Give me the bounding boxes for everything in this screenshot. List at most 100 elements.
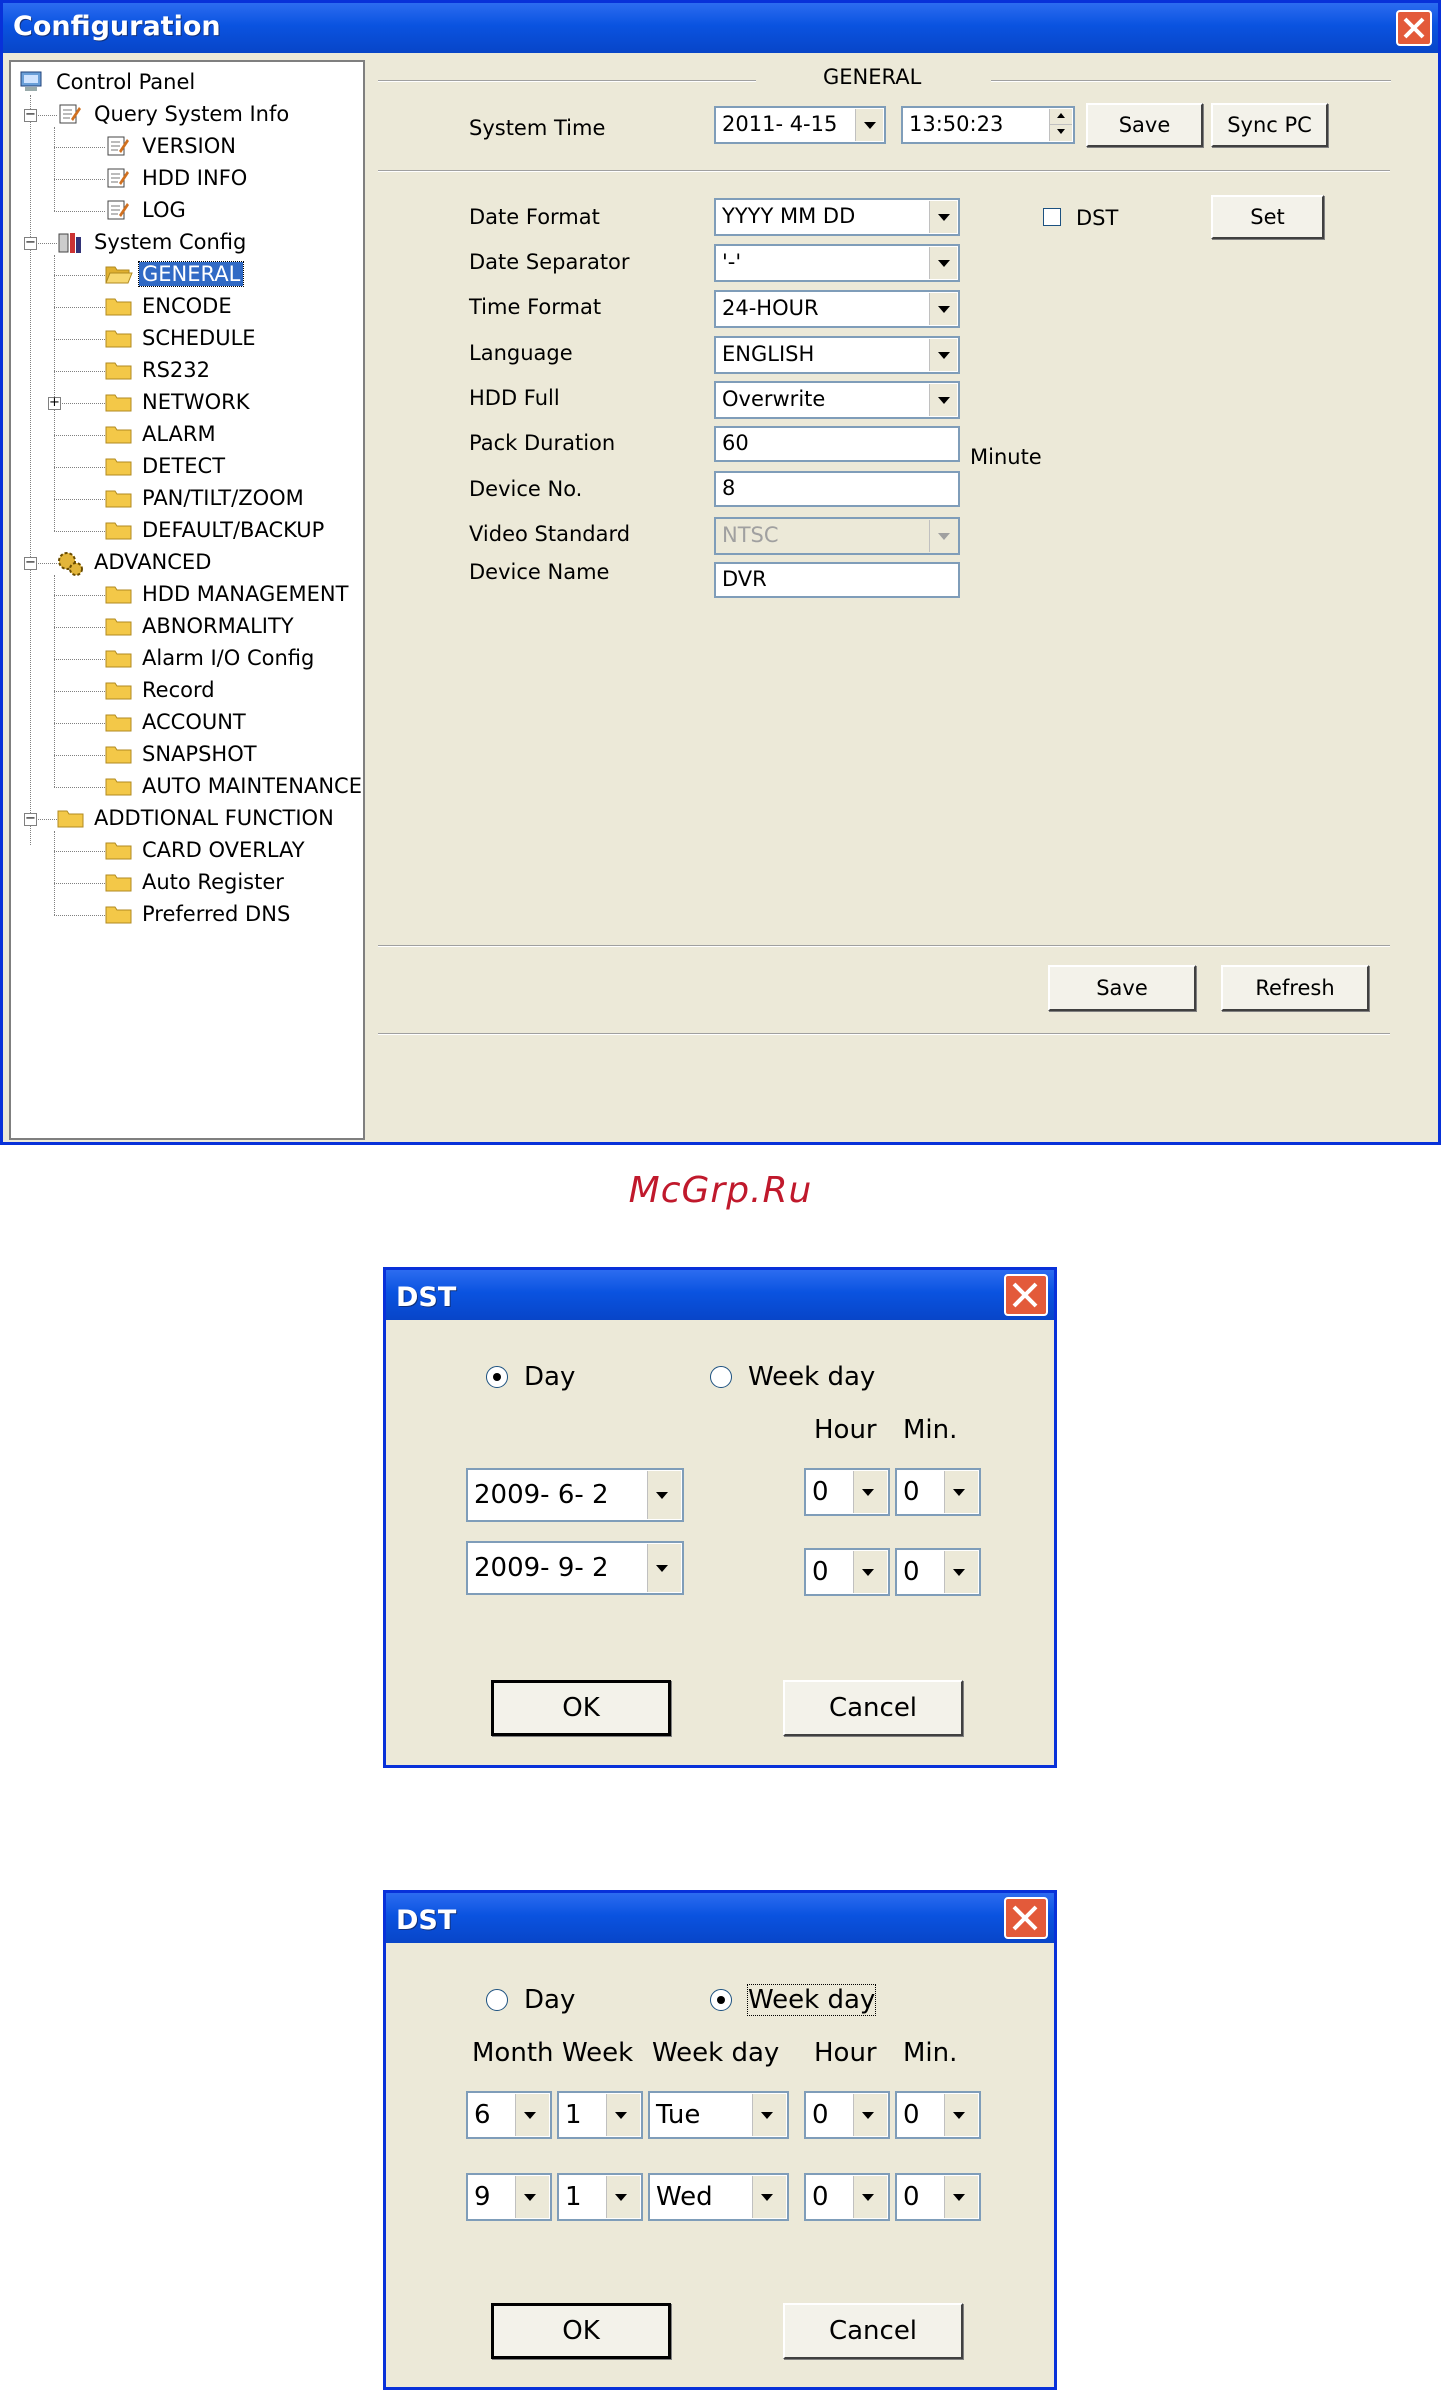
end-weekday-select[interactable]: Wed bbox=[648, 2173, 789, 2221]
chevron-down-icon[interactable] bbox=[929, 339, 957, 371]
title-bar[interactable]: Configuration bbox=[3, 3, 1438, 53]
weekday-radio[interactable] bbox=[710, 1989, 732, 2011]
dst-week-title-bar[interactable]: DST bbox=[386, 1893, 1054, 1943]
chevron-down-icon[interactable] bbox=[944, 2176, 978, 2218]
collapse-icon[interactable]: − bbox=[24, 812, 37, 826]
tree-item[interactable]: ALARM bbox=[105, 419, 219, 449]
tree-item[interactable]: DETECT bbox=[105, 451, 228, 481]
tree-item[interactable]: NETWORK bbox=[105, 387, 252, 417]
chevron-down-icon[interactable] bbox=[515, 2176, 549, 2218]
footer-refresh-button[interactable]: Refresh bbox=[1221, 965, 1369, 1011]
language-select[interactable]: ENGLISH bbox=[714, 336, 960, 374]
dst-week-ok-button[interactable]: OK bbox=[491, 2303, 671, 2359]
tree-item[interactable]: Control Panel bbox=[19, 67, 198, 97]
dst-day-cancel-button[interactable]: Cancel bbox=[783, 1680, 963, 1736]
chevron-down-icon[interactable] bbox=[929, 201, 957, 233]
spinner-arrows-icon[interactable] bbox=[1049, 109, 1072, 141]
day-radio[interactable] bbox=[486, 1989, 508, 2011]
tree-item[interactable]: DEFAULT/BACKUP bbox=[105, 515, 327, 545]
start-weekday-select[interactable]: Tue bbox=[648, 2091, 789, 2139]
system-time-save-button[interactable]: Save bbox=[1086, 103, 1203, 147]
tree-item[interactable]: VERSION bbox=[105, 131, 239, 161]
chevron-down-icon[interactable] bbox=[515, 2094, 549, 2136]
chevron-down-icon[interactable] bbox=[929, 384, 957, 416]
collapse-icon[interactable]: − bbox=[24, 108, 37, 122]
date-format-select[interactable]: YYYY MM DD bbox=[714, 198, 960, 236]
device-name-input[interactable]: DVR bbox=[714, 562, 960, 598]
collapse-icon[interactable]: − bbox=[24, 556, 37, 570]
tree-item[interactable]: SNAPSHOT bbox=[105, 739, 260, 769]
chevron-down-icon[interactable] bbox=[853, 2094, 887, 2136]
footer-save-button[interactable]: Save bbox=[1048, 965, 1196, 1011]
chevron-down-icon[interactable] bbox=[944, 2094, 978, 2136]
tree-item[interactable]: ADVANCED bbox=[57, 547, 214, 577]
start-date-select[interactable]: 2009- 6- 2 bbox=[466, 1468, 684, 1522]
tree-item[interactable]: Preferred DNS bbox=[105, 899, 293, 929]
chevron-down-icon[interactable] bbox=[606, 2176, 640, 2218]
tree-item[interactable]: PAN/TILT/ZOOM bbox=[105, 483, 307, 513]
tree-item[interactable]: RS232 bbox=[105, 355, 213, 385]
dst-day-title-bar[interactable]: DST bbox=[386, 1270, 1054, 1320]
start-month-select[interactable]: 6 bbox=[466, 2091, 552, 2139]
tree-item[interactable]: CARD OVERLAY bbox=[105, 835, 308, 865]
tree-item[interactable]: Query System Info bbox=[57, 99, 292, 129]
tree-item[interactable]: HDD INFO bbox=[105, 163, 250, 193]
dst-set-button[interactable]: Set bbox=[1211, 195, 1324, 239]
start-hour-select[interactable]: 0 bbox=[804, 2091, 890, 2139]
tree-item[interactable]: ABNORMALITY bbox=[105, 611, 297, 641]
chevron-down-icon[interactable] bbox=[853, 1471, 887, 1513]
chevron-down-icon[interactable] bbox=[606, 2094, 640, 2136]
start-hour-select[interactable]: 0 bbox=[804, 1468, 890, 1516]
end-month-select[interactable]: 9 bbox=[466, 2173, 552, 2221]
system-time-spinner[interactable]: 13:50:23 bbox=[901, 106, 1075, 144]
weekday-radio[interactable] bbox=[710, 1366, 732, 1388]
tree-item[interactable]: ACCOUNT bbox=[105, 707, 249, 737]
dst-week-cancel-button[interactable]: Cancel bbox=[783, 2303, 963, 2359]
tree-item[interactable]: LOG bbox=[105, 195, 189, 225]
tree-item[interactable]: ADDTIONAL FUNCTION bbox=[57, 803, 337, 833]
end-hour-select[interactable]: 0 bbox=[804, 2173, 890, 2221]
chevron-down-icon[interactable] bbox=[944, 1551, 978, 1593]
chevron-down-icon[interactable] bbox=[853, 1551, 887, 1593]
chevron-down-icon[interactable] bbox=[855, 109, 883, 141]
chevron-down-icon[interactable] bbox=[647, 1544, 681, 1592]
tree-item[interactable]: System Config bbox=[57, 227, 249, 257]
end-week-select[interactable]: 1 bbox=[557, 2173, 643, 2221]
hdd-full-select[interactable]: Overwrite bbox=[714, 381, 960, 419]
date-separator-select[interactable]: '-' bbox=[714, 244, 960, 282]
pack-duration-input[interactable]: 60 bbox=[714, 426, 960, 462]
collapse-icon[interactable]: − bbox=[24, 236, 37, 250]
tree-item[interactable]: Alarm I/O Config bbox=[105, 643, 317, 673]
device-no-input[interactable]: 8 bbox=[714, 471, 960, 507]
chevron-down-icon[interactable] bbox=[929, 247, 957, 279]
day-radio[interactable] bbox=[486, 1366, 508, 1388]
start-week-select[interactable]: 1 bbox=[557, 2091, 643, 2139]
tree-item[interactable]: AUTO MAINTENANCE bbox=[105, 771, 365, 801]
end-hour-select[interactable]: 0 bbox=[804, 1548, 890, 1596]
sync-pc-button[interactable]: Sync PC bbox=[1211, 103, 1328, 147]
expand-icon[interactable]: + bbox=[48, 396, 61, 410]
system-date-select[interactable]: 2011- 4-15 bbox=[714, 106, 886, 144]
tree-item[interactable]: SCHEDULE bbox=[105, 323, 259, 353]
start-min-select[interactable]: 0 bbox=[895, 1468, 981, 1516]
dst-day-close-button[interactable] bbox=[1004, 1274, 1048, 1316]
chevron-down-icon[interactable] bbox=[853, 2176, 887, 2218]
end-date-select[interactable]: 2009- 9- 2 bbox=[466, 1541, 684, 1595]
tree-item[interactable]: Auto Register bbox=[105, 867, 287, 897]
config-tree[interactable]: Control Panel − Query System Info VERSION HD… bbox=[9, 60, 365, 1140]
tree-item[interactable]: Record bbox=[105, 675, 218, 705]
dst-week-close-button[interactable] bbox=[1004, 1897, 1048, 1939]
tree-item[interactable]: HDD MANAGEMENT bbox=[105, 579, 351, 609]
dst-day-ok-button[interactable]: OK bbox=[491, 1680, 671, 1736]
chevron-down-icon[interactable] bbox=[752, 2176, 786, 2218]
chevron-down-icon[interactable] bbox=[647, 1471, 681, 1519]
chevron-down-icon[interactable] bbox=[929, 293, 957, 325]
chevron-down-icon[interactable] bbox=[752, 2094, 786, 2136]
chevron-down-icon[interactable] bbox=[944, 1471, 978, 1513]
start-min-select[interactable]: 0 bbox=[895, 2091, 981, 2139]
tree-item[interactable]: GENERAL bbox=[105, 259, 245, 289]
end-min-select[interactable]: 0 bbox=[895, 1548, 981, 1596]
dst-checkbox[interactable] bbox=[1043, 208, 1061, 226]
end-min-select[interactable]: 0 bbox=[895, 2173, 981, 2221]
time-format-select[interactable]: 24-HOUR bbox=[714, 290, 960, 328]
